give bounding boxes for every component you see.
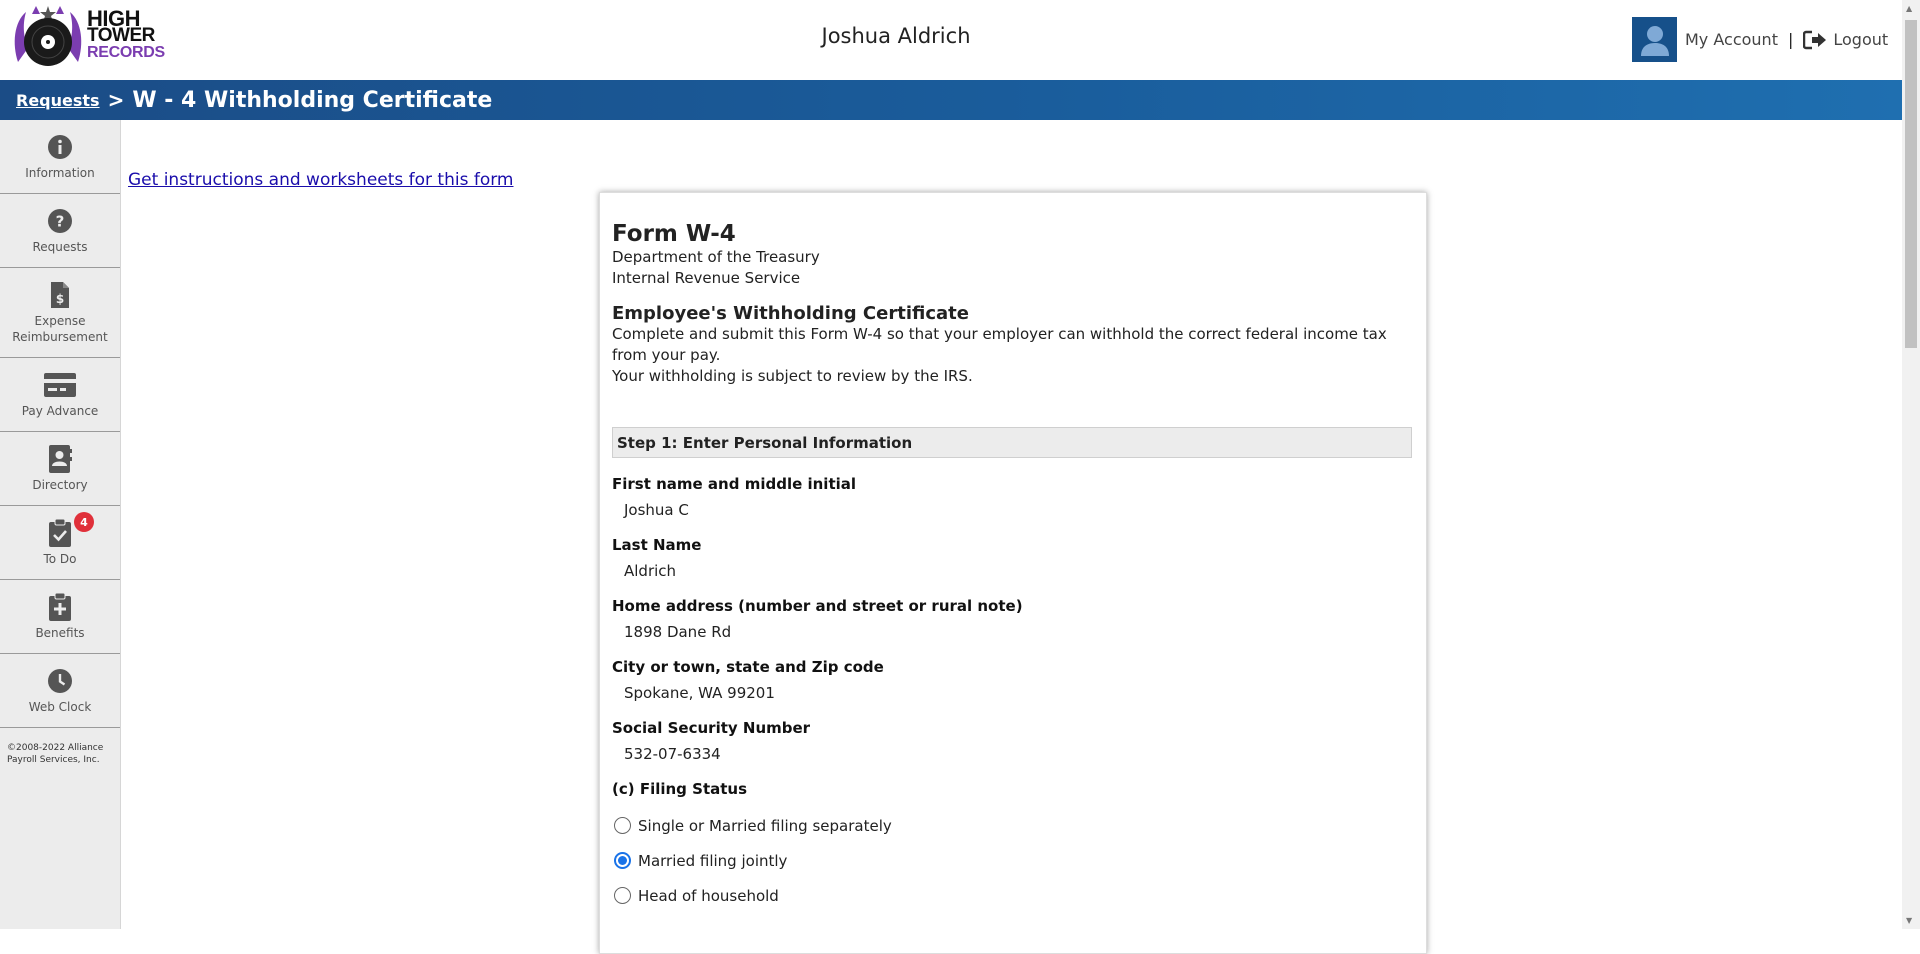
- my-account-link[interactable]: My Account: [1685, 30, 1778, 49]
- scroll-up-arrow-icon[interactable]: ▲: [1906, 4, 1912, 13]
- sidebar-item-label: Web Clock: [28, 699, 92, 714]
- sidebar-item-benefits[interactable]: Benefits: [0, 580, 120, 654]
- filing-option-head-of-household[interactable]: Head of household: [612, 878, 1414, 913]
- home-address-label: Home address (number and street or rural…: [612, 597, 1023, 615]
- sidebar-item-information[interactable]: Information: [0, 120, 120, 194]
- last-name-label: Last Name: [612, 536, 702, 554]
- sidebar-item-to-do[interactable]: 4 To Do: [0, 506, 120, 580]
- radio-label: Head of household: [638, 886, 779, 905]
- copyright-notice: ©2008-2022 Alliance Payroll Services, In…: [7, 743, 104, 765]
- page-title: W - 4 Withholding Certificate: [132, 87, 493, 113]
- vertical-scrollbar[interactable]: ▲ ▼: [1902, 0, 1920, 929]
- sidebar-item-web-clock[interactable]: Web Clock: [0, 654, 120, 728]
- ssn-label: Social Security Number: [612, 719, 811, 737]
- sidebar-item-label: Information: [25, 165, 95, 180]
- credit-card-icon: [44, 371, 76, 399]
- first-name-value: Joshua C: [624, 501, 689, 519]
- department-line: Department of the Treasury: [612, 248, 820, 266]
- sidebar-item-expense-reimbursement[interactable]: $ Expense Reimbursement: [0, 268, 120, 358]
- scrollbar-thumb[interactable]: [1905, 20, 1917, 348]
- instructions-worksheets-link[interactable]: Get instructions and worksheets for this…: [128, 170, 514, 190]
- clipboard-check-icon: [49, 518, 71, 547]
- review-notice: Your withholding is subject to review by…: [612, 367, 973, 385]
- breadcrumb-separator: >: [107, 88, 125, 112]
- sidebar-item-pay-advance[interactable]: Pay Advance: [0, 358, 120, 432]
- scroll-down-arrow-icon[interactable]: ▼: [1906, 916, 1912, 925]
- sidebar-item-label: Pay Advance: [21, 403, 99, 418]
- header-separator: |: [1787, 30, 1794, 49]
- filing-status-group: Single or Married filing separately Marr…: [612, 808, 1414, 913]
- info-icon: [47, 133, 73, 161]
- sidebar-item-label: Benefits: [35, 625, 85, 640]
- todo-count-badge: 4: [74, 512, 94, 532]
- sidebar-item-label: Directory: [32, 477, 88, 492]
- home-address-value: 1898 Dane Rd: [624, 623, 732, 641]
- sidebar-item-directory[interactable]: Directory: [0, 432, 120, 506]
- sidebar-item-requests[interactable]: ? Requests: [0, 194, 120, 268]
- receipt-dollar-icon: $: [49, 281, 71, 309]
- question-icon: ?: [47, 207, 73, 235]
- agency-line: Internal Revenue Service: [612, 269, 801, 287]
- avatar[interactable]: [1632, 17, 1677, 62]
- first-name-label: First name and middle initial: [612, 475, 857, 493]
- sidebar-item-label: Expense Reimbursement: [12, 313, 108, 344]
- step-1-header: Step 1: Enter Personal Information: [612, 427, 1412, 458]
- radio-married-jointly[interactable]: [614, 852, 631, 869]
- city-state-zip-value: Spokane, WA 99201: [624, 684, 775, 702]
- sidebar-item-label: Requests: [32, 239, 88, 254]
- user-icon: [1640, 25, 1669, 56]
- breadcrumb-requests-link[interactable]: Requests: [16, 91, 100, 110]
- certificate-title: Employee's Withholding Certificate: [612, 303, 969, 324]
- city-state-zip-label: City or town, state and Zip code: [612, 658, 884, 676]
- filing-option-single[interactable]: Single or Married filing separately: [612, 808, 1414, 843]
- contact-book-icon: [48, 444, 72, 473]
- ssn-value: 532-07-6334: [624, 745, 721, 763]
- radio-head-of-household[interactable]: [614, 887, 631, 904]
- account-area: My Account | Logout: [1632, 17, 1888, 62]
- sidebar-nav: Information ? Requests $ Expense Reimbur…: [0, 120, 121, 929]
- svg-text:$: $: [56, 292, 64, 306]
- top-header: HIGH TOWER RECORDS Joshua Aldrich My Acc…: [0, 0, 1902, 80]
- radio-label: Married filing jointly: [638, 851, 788, 870]
- radio-single[interactable]: [614, 817, 631, 834]
- filing-option-married-jointly[interactable]: Married filing jointly: [612, 843, 1414, 878]
- form-title: Form W-4: [612, 221, 736, 247]
- svg-text:?: ?: [56, 212, 65, 230]
- filing-status-label: (c) Filing Status: [612, 780, 748, 798]
- last-name-value: Aldrich: [624, 562, 677, 580]
- logout-button[interactable]: Logout: [1803, 30, 1888, 50]
- radio-label: Single or Married filing separately: [638, 816, 892, 835]
- user-name: Joshua Aldrich: [821, 24, 971, 48]
- clipboard-plus-icon: [49, 592, 71, 621]
- logout-icon: [1803, 30, 1827, 49]
- clock-icon: [47, 667, 73, 695]
- logout-label: Logout: [1833, 30, 1889, 49]
- form-description: Complete and submit this Form W-4 so tha…: [612, 325, 1387, 364]
- sidebar-item-label: To Do: [43, 551, 77, 566]
- page-title-bar: Requests > W - 4 Withholding Certificate: [0, 80, 1902, 120]
- w4-form-card: Form W-4 Department of the Treasury Inte…: [599, 192, 1427, 954]
